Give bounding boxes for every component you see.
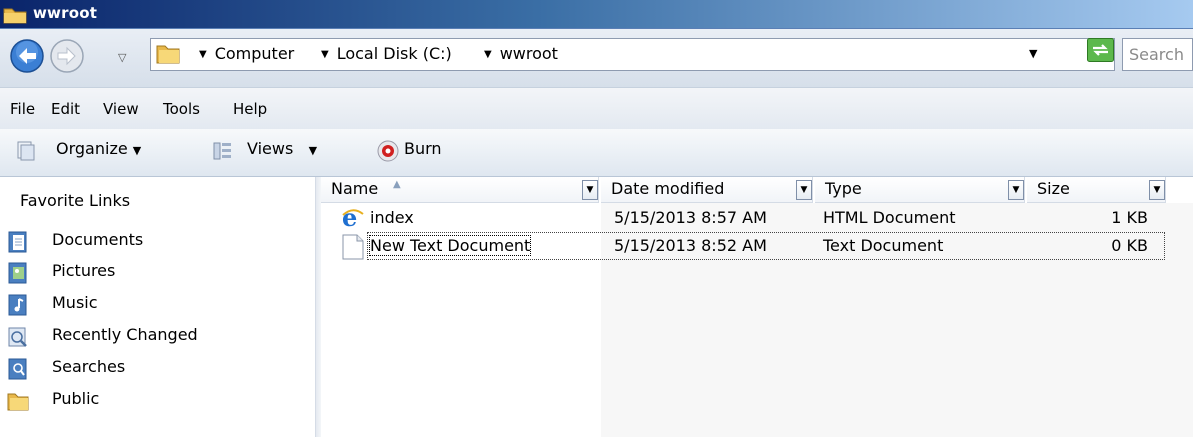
file-name: New Text Document — [368, 235, 532, 256]
column-header-name[interactable]: Name ▲ ▼ — [321, 177, 599, 203]
file-size: 0 KB — [1111, 236, 1148, 255]
folder-icon — [156, 43, 180, 69]
table-row[interactable]: e index 5/15/2013 8:57 AM HTML Document … — [321, 203, 1166, 234]
menu-help[interactable]: Help — [233, 100, 267, 118]
table-row-focused[interactable]: New Text Document 5/15/2013 8:52 AM Text… — [342, 232, 1165, 260]
address-input[interactable]: ▼ Computer ▼ Local Disk (C:) ▼ wwroot ▼ — [150, 38, 1115, 71]
searches-icon — [7, 358, 29, 384]
organize-icon — [17, 141, 37, 165]
forward-button[interactable] — [48, 39, 88, 77]
back-button[interactable] — [8, 39, 48, 77]
ie-html-icon: e — [341, 203, 365, 234]
menu-bar: File Edit View Tools Help — [0, 87, 1193, 129]
window-title: wwroot — [33, 4, 98, 22]
sidebar-item-music[interactable]: Music — [0, 290, 300, 320]
folder-icon — [3, 6, 27, 28]
file-list: Name ▲ ▼ Date modified ▼ Type ▼ Size ▼ e… — [321, 177, 1193, 437]
search-input[interactable]: Search — [1122, 38, 1193, 71]
recent-pages-dropdown[interactable]: ▽ — [118, 51, 126, 64]
text-file-icon — [341, 234, 365, 264]
file-name: index — [370, 208, 414, 227]
address-bar-area: ▽ ▼ Computer ▼ Local Disk (C:) ▼ wwroot ▼ S… — [0, 29, 1193, 87]
column-filter-dropdown[interactable]: ▼ — [582, 180, 598, 200]
menu-edit[interactable]: Edit — [51, 100, 80, 118]
breadcrumb-wwroot[interactable]: ▼ wwroot — [484, 44, 558, 63]
file-date: 5/15/2013 8:57 AM — [614, 208, 767, 227]
navigation-pane: Favorite Links Documents Pictures Music … — [0, 177, 315, 437]
column-filter-dropdown[interactable]: ▼ — [1008, 180, 1024, 200]
file-type: HTML Document — [823, 208, 956, 227]
sidebar-item-pictures[interactable]: Pictures — [0, 258, 300, 288]
documents-icon — [7, 231, 29, 257]
column-header-type[interactable]: Type ▼ — [815, 177, 1025, 203]
menu-file[interactable]: File — [10, 100, 35, 118]
folder-icon — [7, 390, 29, 416]
favorite-links-heading: Favorite Links — [20, 191, 131, 210]
sidebar-item-recently-changed[interactable]: Recently Changed — [0, 322, 300, 352]
sidebar-item-public[interactable]: Public — [0, 386, 300, 416]
title-bar: wwroot — [0, 0, 1193, 29]
menu-tools[interactable]: Tools — [163, 100, 200, 118]
breadcrumb-local-disk[interactable]: ▼ Local Disk (C:) — [321, 44, 452, 63]
recently-changed-icon — [7, 326, 29, 352]
column-header-size[interactable]: Size ▼ — [1027, 177, 1166, 203]
pictures-icon — [7, 262, 29, 288]
toolbar: Organize ▼ Views ▼ Burn — [0, 129, 1193, 177]
file-type: Text Document — [823, 236, 944, 255]
column-filter-dropdown[interactable]: ▼ — [796, 180, 812, 200]
file-size: 1 KB — [1111, 208, 1148, 227]
sidebar-item-documents[interactable]: Documents — [0, 227, 300, 257]
column-filter-dropdown[interactable]: ▼ — [1149, 180, 1165, 200]
burn-icon — [376, 139, 400, 167]
views-icon — [213, 141, 233, 165]
breadcrumb-computer[interactable]: ▼ Computer — [199, 44, 294, 63]
organize-button[interactable]: Organize ▼ — [56, 139, 141, 158]
burn-button[interactable]: Burn — [404, 139, 442, 158]
sort-ascending-icon: ▲ — [393, 179, 401, 190]
column-header-date-modified[interactable]: Date modified ▼ — [601, 177, 813, 203]
refresh-button[interactable] — [1087, 38, 1114, 62]
menu-view[interactable]: View — [103, 100, 139, 118]
sidebar-item-searches[interactable]: Searches — [0, 354, 300, 384]
file-date: 5/15/2013 8:52 AM — [614, 236, 767, 255]
views-button[interactable]: Views ▼ — [247, 139, 317, 158]
music-icon — [7, 294, 29, 320]
address-dropdown-arrow[interactable]: ▼ — [1029, 47, 1037, 60]
